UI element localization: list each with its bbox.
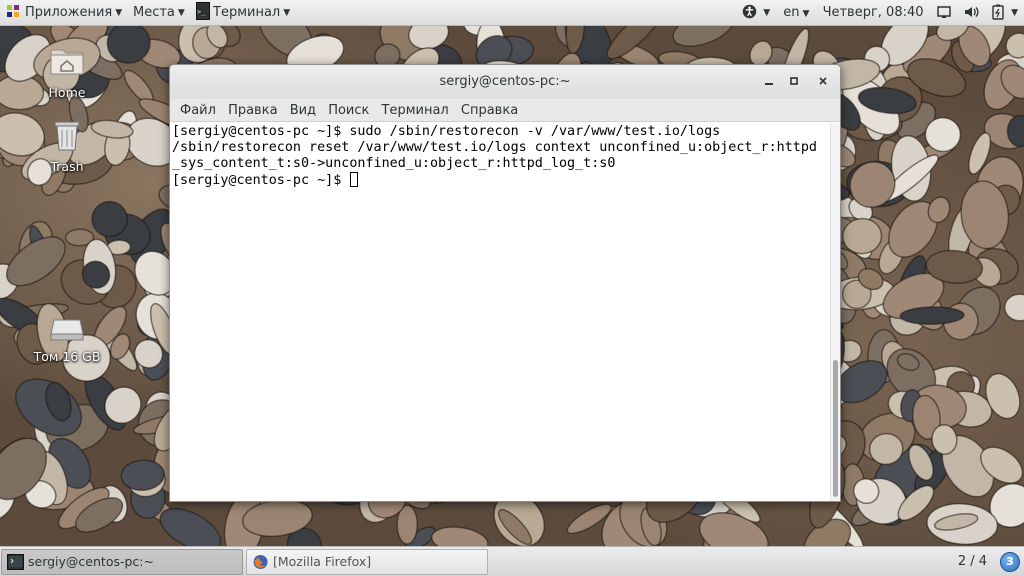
language-indicator[interactable]: en ▼ (783, 0, 809, 27)
taskbar-item-label: [Mozilla Firefox] (273, 554, 372, 569)
close-button[interactable] (814, 73, 832, 91)
notification-badge[interactable]: 3 (1000, 552, 1020, 572)
menu-help[interactable]: Справка (458, 99, 521, 122)
taskbar-item-terminal[interactable]: sergiy@centos-pc:~ (1, 549, 243, 575)
minimize-button[interactable] (760, 73, 778, 91)
chevron-down-icon: ▼ (283, 8, 291, 18)
chevron-down-icon: ▼ (802, 9, 810, 19)
menu-terminal[interactable]: Терминал (379, 99, 452, 122)
firefox-icon (253, 555, 268, 569)
terminal-line: [sergiy@centos-pc ~]$ sudo /sbin/restore… (172, 124, 721, 139)
terminal-window: sergiy@centos-pc:~ Файл Правка Вид Поиск… (169, 64, 841, 502)
terminal-prompt: [sergiy@centos-pc ~]$ (172, 173, 350, 188)
window-title: sergiy@centos-pc:~ (439, 74, 571, 89)
network-icon[interactable] (936, 0, 951, 26)
home-folder-icon (50, 49, 84, 75)
terminal-prompt-line: [sergiy@centos-pc ~]$ (172, 172, 828, 188)
battery-icon[interactable] (992, 0, 1004, 26)
taskbar-item-label: sergiy@centos-pc:~ (28, 554, 154, 569)
terminal-line: _sys_content_t:s0->unconfined_u:object_r… (172, 156, 616, 171)
desktop-icon-volume[interactable]: Том 16 GB (24, 318, 110, 364)
terminal-output[interactable]: [sergiy@centos-pc ~]$ sudo /sbin/restore… (170, 123, 830, 501)
terminal-icon (196, 0, 210, 25)
language-label: en (783, 5, 800, 20)
centos-logo-icon (7, 5, 19, 17)
minimize-icon (765, 83, 773, 85)
chevron-down-icon: ▼ (115, 8, 123, 18)
top-panel: Приложения▼ Места▼ Терминал▼ ▼ en▼ Четве… (0, 0, 1024, 26)
drive-icon (50, 319, 84, 341)
pebble (672, 26, 735, 47)
places-menu[interactable]: Места ▼ (133, 0, 185, 26)
volume-icon[interactable] (964, 0, 979, 26)
scrollbar-thumb[interactable] (833, 360, 838, 497)
pebble (1003, 293, 1024, 322)
terminal-icon (7, 554, 24, 570)
clock[interactable]: Четверг, 08:40 (823, 0, 924, 26)
terminal-app-menu[interactable]: Терминал▼ (196, 0, 290, 26)
desktop-icon-label: Home (48, 85, 86, 100)
trash-icon (54, 121, 80, 151)
maximize-icon (790, 77, 798, 85)
desktop-icon-label: Том 16 GB (33, 349, 101, 364)
menu-search[interactable]: Поиск (325, 99, 372, 122)
accessibility-menu-arrow[interactable]: ▼ (763, 0, 770, 26)
applications-label: Приложения (25, 5, 113, 20)
system-menu-arrow[interactable]: ▼ (1011, 0, 1018, 26)
terminal-menubar: Файл Правка Вид Поиск Терминал Справка (170, 99, 840, 122)
terminal-app-label: Терминал (213, 5, 281, 20)
desktop-icon-home[interactable]: Home (24, 42, 110, 100)
workspace-indicator[interactable]: 2 / 4 (958, 547, 987, 576)
bottom-taskbar: sergiy@centos-pc:~ [Mozilla Firefox] 2 /… (0, 546, 1024, 576)
menu-edit[interactable]: Правка (225, 99, 280, 122)
terminal-line: /sbin/restorecon reset /var/www/test.io/… (172, 140, 817, 155)
pebble (430, 526, 489, 546)
window-titlebar[interactable]: sergiy@centos-pc:~ (170, 65, 840, 99)
text-cursor (350, 172, 359, 187)
desktop-icon-label: Trash (50, 159, 84, 174)
chevron-down-icon: ▼ (177, 8, 185, 18)
desktop-icon-trash[interactable]: Trash (24, 116, 110, 174)
pebble (899, 306, 965, 325)
applications-menu[interactable]: Приложения ▼ (6, 0, 122, 26)
menu-view[interactable]: Вид (287, 99, 319, 122)
taskbar-item-firefox[interactable]: [Mozilla Firefox] (246, 549, 488, 575)
maximize-button[interactable] (785, 73, 803, 91)
close-icon (819, 77, 827, 85)
accessibility-icon[interactable] (742, 0, 757, 26)
menu-file[interactable]: Файл (177, 99, 219, 122)
status-area: ▼ en ▼ Четверг, 08:40 ▼ (733, 0, 1018, 26)
places-label: Места (133, 5, 175, 20)
terminal-scrollbar[interactable] (830, 123, 840, 501)
